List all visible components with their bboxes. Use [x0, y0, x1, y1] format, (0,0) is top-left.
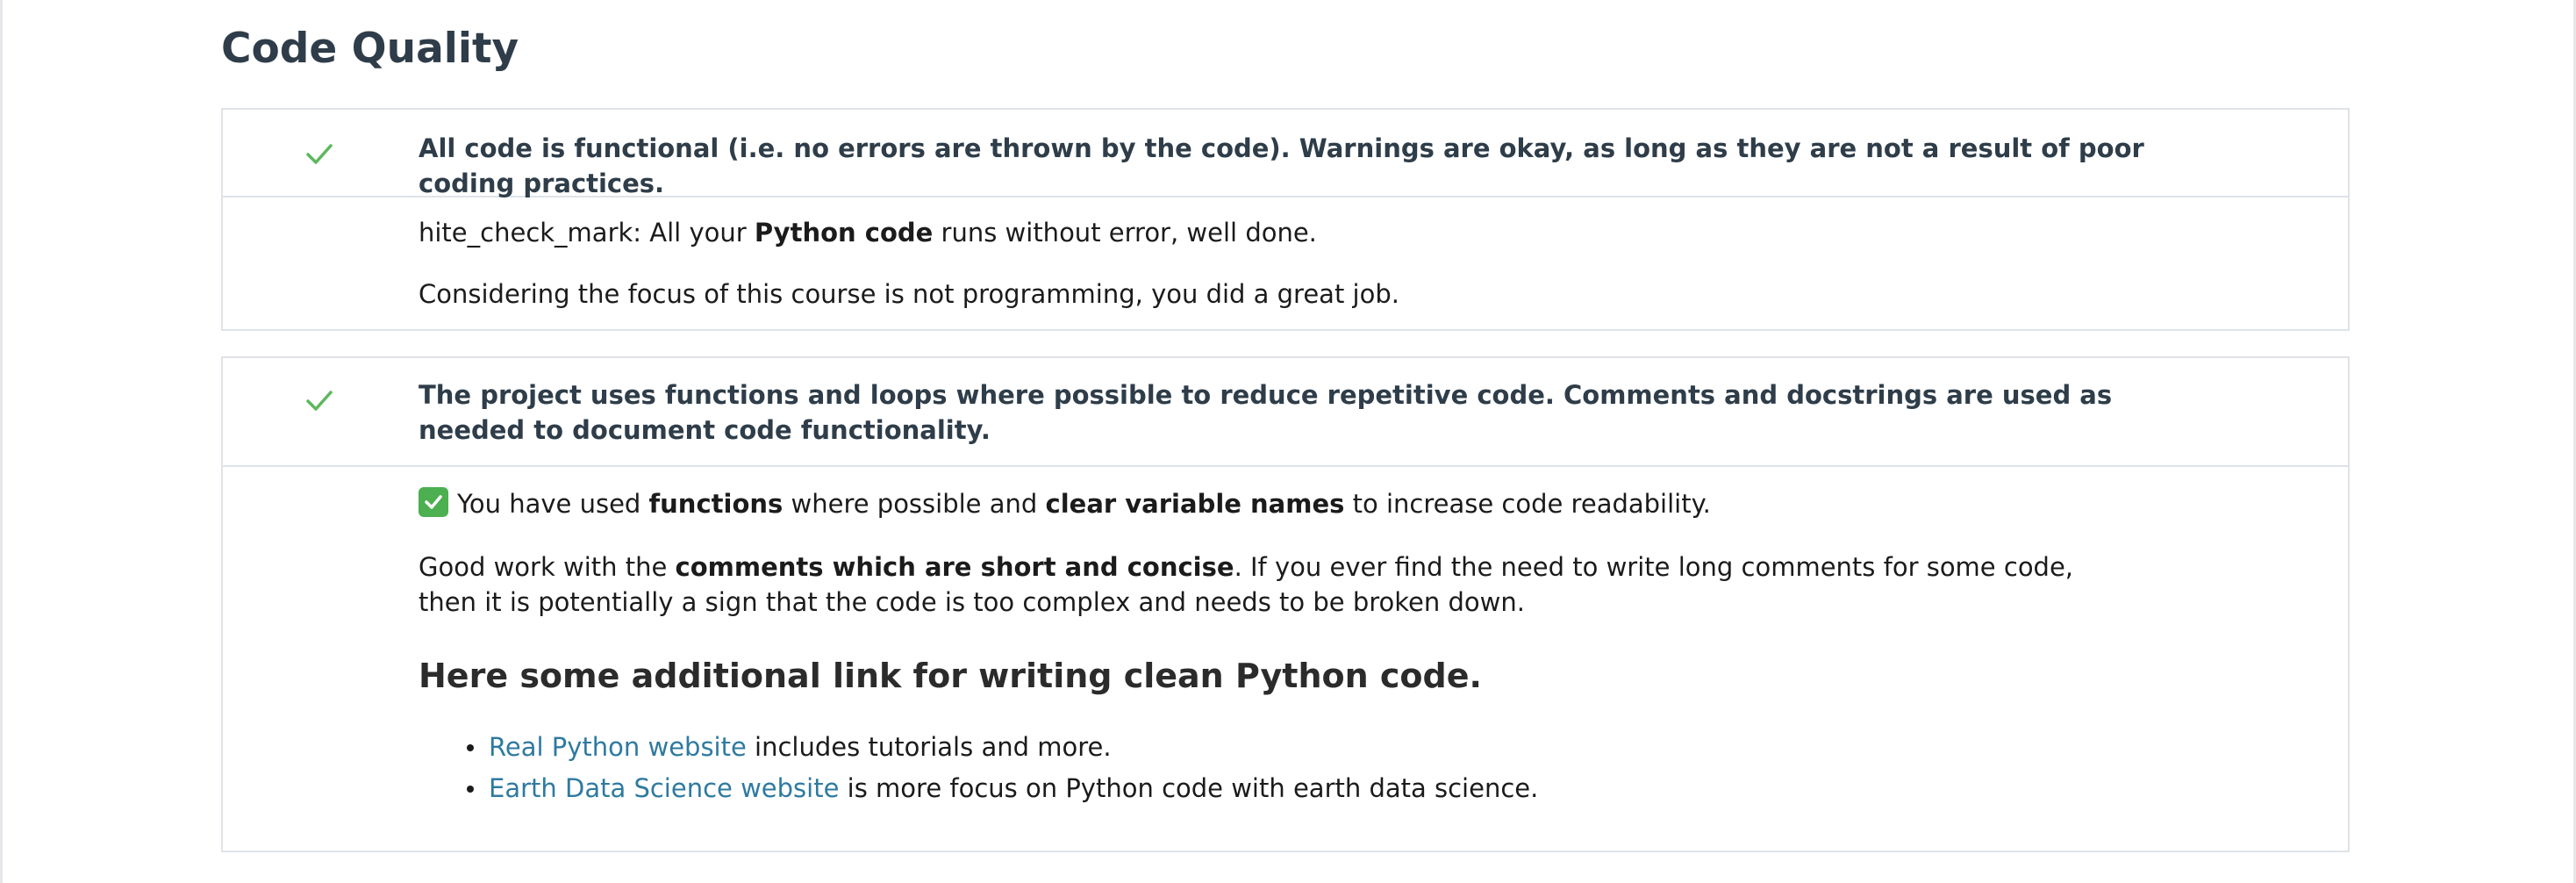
review-paragraph: Good work with the comments which are sh… [419, 552, 2074, 617]
check-icon [306, 391, 333, 411]
criterion-text: The project uses functions and loops whe… [419, 380, 2113, 445]
criterion-header: The project uses functions and loops whe… [223, 358, 2348, 467]
criterion-card: All code is functional (i.e. no errors a… [221, 108, 2350, 331]
check-icon [306, 144, 333, 164]
left-border [0, 0, 3, 883]
review-paragraph: Considering the focus of this course is … [419, 279, 1399, 309]
criterion-header: All code is functional (i.e. no errors a… [223, 110, 2348, 198]
section-title: Code Quality [221, 25, 519, 73]
criterion-text: All code is functional (i.e. no errors a… [419, 133, 2144, 198]
criterion-card: The project uses functions and loops whe… [221, 356, 2350, 852]
list-item: Earth Data Science website is more focus… [419, 768, 1538, 809]
earth-data-science-link[interactable]: Earth Data Science website [489, 773, 839, 803]
resource-links-list: Real Python website includes tutorials a… [419, 727, 1538, 809]
list-item: Real Python website includes tutorials a… [419, 727, 1538, 768]
review-paragraph: You have used functions where possible a… [419, 486, 2173, 521]
white-check-mark-emoji-icon [419, 487, 448, 517]
real-python-link[interactable]: Real Python website [489, 732, 747, 762]
resources-heading: Here some additional link for writing cl… [419, 657, 1482, 695]
review-paragraph: hite_check_mark: All your Python code ru… [419, 218, 1317, 248]
